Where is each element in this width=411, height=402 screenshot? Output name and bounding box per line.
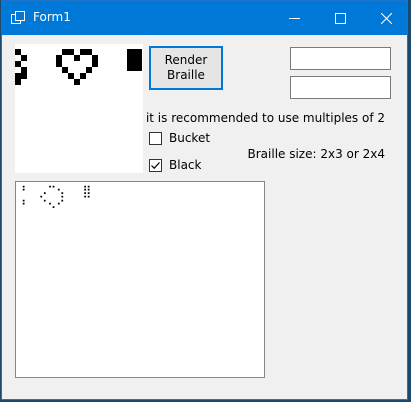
checkmark-icon [151,161,160,169]
minimize-button[interactable] [271,1,317,35]
bucket-label: Bucket [169,131,211,145]
canvas-pixel [21,73,27,79]
canvas-pixel [15,79,21,85]
maximize-icon [334,12,346,24]
canvas-pixel [86,67,92,73]
title-bar[interactable]: Form1 [2,1,407,35]
bucket-checkbox[interactable]: Bucket [149,131,210,145]
close-icon [380,12,392,24]
form-window: Form1 Render Braille it is recommended t… [1,0,408,400]
maximize-button[interactable] [317,1,363,35]
height-input[interactable] [290,76,391,99]
canvas-pixel [92,61,98,67]
bucket-checkbox-box[interactable] [149,131,162,145]
black-checkbox[interactable]: Black [149,158,201,172]
canvas-pixel [74,79,80,85]
width-input[interactable] [290,47,391,70]
close-button[interactable] [363,1,409,35]
window-app-icon [11,11,25,24]
recommendation-label: it is recommended to use multiples of 2 [145,111,385,125]
canvas-block [127,49,142,71]
minimize-icon [288,17,300,19]
braille-size-label: Braille size: 2x3 or 2x4 [247,147,386,161]
canvas-pixel [74,55,80,61]
black-checkbox-box[interactable] [149,158,162,172]
canvas-pixel [80,73,86,79]
drawing-canvas[interactable] [15,44,143,173]
braille-output-textbox[interactable]: ⠃⠀⡠⠉⢢⠀⠀⣿ ⠃⠀⠈⠢⠊ [15,181,265,378]
render-braille-button[interactable]: Render Braille [149,46,223,90]
canvas-pixel [21,55,27,61]
window-title: Form1 [33,10,71,24]
black-label: Black [169,158,202,172]
